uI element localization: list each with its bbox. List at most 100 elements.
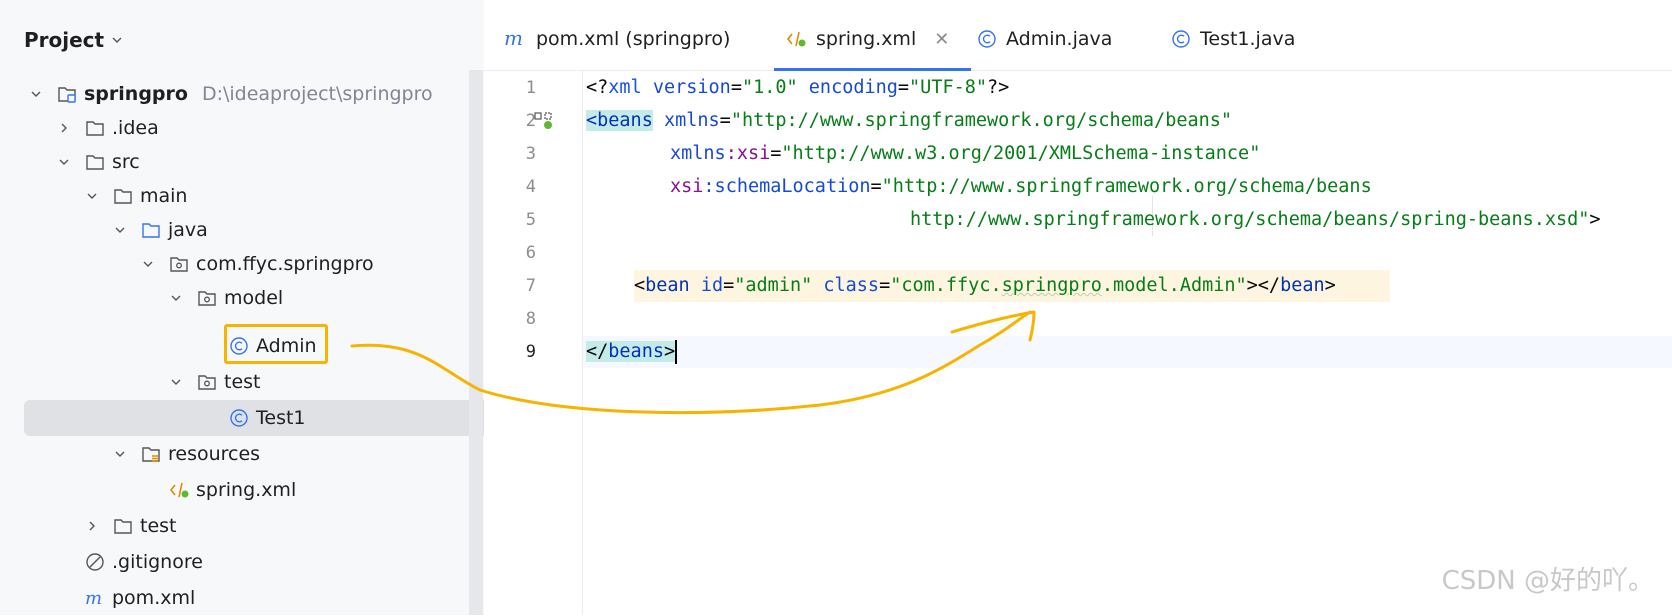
line-number: 8 (525, 309, 536, 329)
editor: m pom.xml (springpro) spring.xml ✕ Admin… (484, 0, 1672, 615)
chevron-right-icon[interactable] (56, 120, 72, 136)
current-line-highlight (582, 336, 1672, 368)
tab-label: Test1.java (1200, 28, 1296, 50)
svg-text:m: m (85, 588, 102, 609)
line-number: 7 (525, 276, 536, 296)
chevron-down-icon[interactable] (28, 86, 44, 102)
code-token: :schemaLocation (703, 176, 871, 197)
tab-pom-xml[interactable]: m pom.xml (springpro) (504, 8, 730, 70)
tab-label: Admin.java (1006, 28, 1113, 50)
project-title: Project (24, 28, 105, 52)
code-line-7[interactable]: <bean id="admin" class="com.ffyc.springp… (634, 270, 1336, 302)
code-token: < (634, 275, 646, 296)
code-token: "http://www.w3.org/2001/XMLSchema-instan… (781, 143, 1261, 164)
tree-item-label: .gitignore (112, 551, 203, 573)
folder-icon (112, 515, 134, 537)
chevron-down-icon[interactable] (168, 290, 184, 306)
code-token: xmlns (670, 143, 726, 164)
code-token: "http://www.springframework.org/schema/b… (881, 176, 1372, 197)
code-line-2[interactable]: <beans xmlns="http://www.springframework… (586, 105, 1232, 137)
spring-xml-icon (784, 28, 808, 50)
code-token: xmlns (663, 110, 720, 131)
ignore-file-icon (84, 551, 106, 573)
code-line-9[interactable]: </beans> (586, 336, 678, 368)
project-view-selector[interactable]: Project (24, 26, 124, 54)
tree-item-label: resources (168, 443, 261, 465)
code-token: ?> (987, 77, 1010, 98)
code-token: beans (608, 341, 664, 362)
chevron-down-icon (110, 28, 124, 52)
tree-item-path: D:\ideaproject\springpro (201, 83, 433, 105)
code-line-3[interactable]: xmlns:xsi="http://www.w3.org/2001/XMLSch… (670, 138, 1260, 170)
code-token: http://www.springframework.org/schema/be… (910, 209, 1590, 230)
tab-label: spring.xml (816, 28, 917, 50)
tab-label: pom.xml (springpro) (536, 28, 731, 50)
tab-spring-xml[interactable]: spring.xml ✕ (773, 8, 972, 71)
tree-item-label: .idea (112, 117, 159, 139)
code-token: xsi (670, 176, 704, 197)
maven-icon: m (84, 587, 106, 609)
code-token: > (663, 341, 676, 362)
chevron-down-icon[interactable] (112, 222, 128, 238)
package-icon (196, 287, 218, 309)
tree-item-label: test (140, 515, 177, 537)
code-token: > (1324, 275, 1336, 296)
tree-item-src[interactable]: src (0, 144, 526, 180)
code-token: = (723, 275, 735, 296)
tree-item-label: springpro (84, 83, 188, 105)
line-number: 5 (525, 210, 536, 230)
code-token: .model.Admin" (1101, 275, 1247, 296)
close-icon[interactable]: ✕ (934, 29, 949, 50)
folder-icon (84, 117, 106, 139)
tree-item-label: com.ffyc.springpro (196, 253, 374, 275)
scrollbar[interactable] (469, 70, 483, 615)
code-line-5[interactable]: http://www.springframework.org/schema/be… (910, 204, 1601, 236)
line-number: 9 (525, 342, 536, 362)
resources-folder-icon (140, 443, 162, 465)
code-token: = (730, 77, 742, 98)
code-token: class (823, 275, 880, 296)
code-token: springpro (1001, 275, 1102, 296)
package-icon (196, 371, 218, 393)
tree-item-springpro[interactable]: springpro D:\ideaproject\springpro (0, 76, 498, 112)
text-caret (675, 340, 678, 364)
code-token: = (870, 176, 882, 197)
chevron-down-icon[interactable] (112, 446, 128, 462)
line-number: 6 (525, 243, 536, 263)
class-icon (228, 407, 250, 429)
code-token: :xsi (725, 143, 771, 164)
code-line-1[interactable]: <?xml version="1.0" encoding="UTF-8"?> (586, 72, 1009, 104)
tree-item-idea[interactable]: .idea (0, 110, 526, 146)
code-token: bean (1280, 275, 1325, 296)
line-number: 4 (525, 177, 536, 197)
code-line-4[interactable]: xsi:schemaLocation="http://www.springfra… (670, 171, 1372, 203)
tree-item-label: src (112, 151, 140, 173)
chevron-down-icon[interactable] (56, 154, 72, 170)
folder-icon (112, 185, 134, 207)
tree-item-label: test (224, 371, 261, 393)
chevron-down-icon[interactable] (84, 188, 100, 204)
code-token: encoding (808, 77, 898, 98)
chevron-right-icon[interactable] (84, 518, 100, 534)
spring-bean-gutter-icon[interactable] (534, 112, 554, 130)
folder-icon (84, 151, 106, 173)
tab-admin-java[interactable]: Admin.java (976, 8, 1112, 70)
tree-item-label: pom.xml (112, 587, 196, 609)
tab-bar: m pom.xml (springpro) spring.xml ✕ Admin… (484, 8, 1672, 71)
chevron-down-icon[interactable] (168, 374, 184, 390)
class-icon (1170, 28, 1192, 50)
closing-tag: </beans> (586, 341, 676, 362)
class-icon (976, 28, 998, 50)
code-token: bean (645, 275, 690, 296)
svg-text:m: m (504, 28, 523, 50)
code-token: xml (608, 77, 653, 98)
tab-test1-java[interactable]: Test1.java (1170, 8, 1295, 70)
line-number: 2 (525, 111, 536, 131)
tree-item-label: java (168, 219, 208, 241)
chevron-down-icon[interactable] (140, 256, 156, 272)
package-icon (168, 253, 190, 275)
